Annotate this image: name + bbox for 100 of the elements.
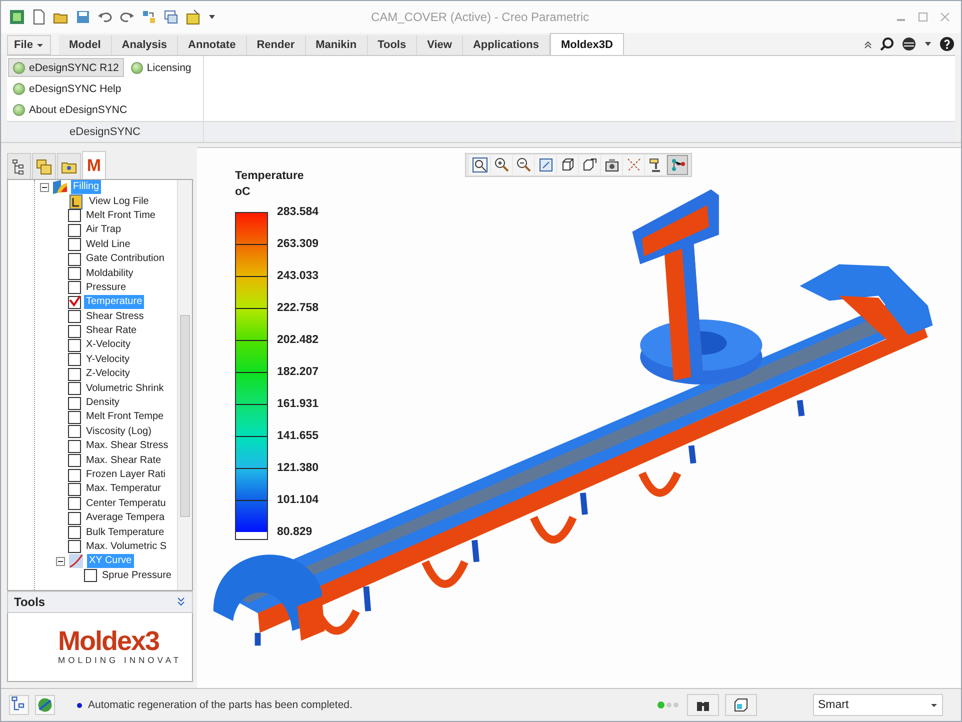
datum-button[interactable] xyxy=(623,155,644,175)
checkbox[interactable] xyxy=(68,396,81,410)
checkbox[interactable] xyxy=(68,526,81,540)
status-message: Automatic regeneration of the parts has been completed. xyxy=(88,699,354,711)
tree-item[interactable]: Y-Velocity xyxy=(84,352,132,367)
checkbox[interactable] xyxy=(68,425,81,438)
collapse-toggle[interactable] xyxy=(40,182,49,192)
layers-tab[interactable] xyxy=(32,153,56,179)
checkbox[interactable] xyxy=(68,209,81,222)
tree-item[interactable]: Max. Temperatur xyxy=(84,482,163,496)
checkbox[interactable] xyxy=(68,267,81,280)
tree-item[interactable]: Max. Shear Rate xyxy=(84,454,164,468)
checkbox[interactable] xyxy=(68,454,81,468)
collapse-toggle[interactable] xyxy=(56,556,65,566)
tree-item[interactable]: Volumetric Shrink xyxy=(84,382,166,396)
ribbon-tab[interactable]: Render xyxy=(246,35,306,55)
nodes-button[interactable] xyxy=(667,155,688,175)
box-view-button[interactable] xyxy=(725,694,757,716)
ribbon-tab[interactable]: View xyxy=(417,35,463,55)
globe-icon[interactable] xyxy=(35,695,55,715)
saved-views-button[interactable] xyxy=(579,155,600,175)
expand-chevron-icon[interactable] xyxy=(176,597,186,607)
tree-item[interactable]: Average Tempera xyxy=(84,511,167,526)
repaint-button[interactable] xyxy=(535,155,556,175)
ribbon-tab[interactable]: Model xyxy=(59,35,112,55)
moldex-tab[interactable]: M xyxy=(82,151,106,179)
ribbon-button[interactable]: Licensing xyxy=(126,58,196,77)
scrollbar[interactable] xyxy=(177,180,192,590)
tree-item[interactable]: Max. Shear Stress xyxy=(84,439,170,454)
globe-icon[interactable] xyxy=(901,36,917,52)
filter-dropdown[interactable]: Smart xyxy=(813,694,943,716)
tree-item[interactable]: X-Velocity xyxy=(84,338,132,352)
new-file-icon[interactable] xyxy=(31,9,47,25)
cube-button[interactable] xyxy=(557,155,578,175)
ribbon-tab[interactable]: Annotate xyxy=(178,35,247,55)
tree-item[interactable]: Melt Front Tempe xyxy=(84,410,166,424)
checkbox[interactable] xyxy=(68,281,81,294)
ribbon-tab[interactable]: Tools xyxy=(368,35,418,55)
tree-item[interactable]: Frozen Layer Rati xyxy=(84,468,168,482)
checkbox[interactable] xyxy=(68,497,81,510)
ribbon-tab[interactable]: Moldex3D xyxy=(550,33,624,55)
checkbox[interactable] xyxy=(68,324,81,338)
checkbox[interactable] xyxy=(68,224,81,237)
legend-value: 161.931 xyxy=(277,398,319,412)
tree-item[interactable]: Viscosity (Log) xyxy=(84,424,154,439)
save-icon[interactable] xyxy=(75,9,91,25)
ribbon-button[interactable]: eDesignSYNC R12 xyxy=(8,58,124,77)
ribbon-tab[interactable]: Applications xyxy=(462,35,550,55)
folder-tab[interactable] xyxy=(57,153,81,179)
panel-title: Tools xyxy=(14,595,46,609)
tree-item[interactable]: Center Temperatu xyxy=(84,496,168,511)
checkbox[interactable] xyxy=(68,410,81,424)
checkbox[interactable] xyxy=(68,310,81,324)
tree-item[interactable]: Sprue Pressure xyxy=(100,568,174,583)
tree-item[interactable]: Z-Velocity xyxy=(84,367,132,382)
tree-item[interactable]: Shear Stress xyxy=(84,310,146,324)
checkbox[interactable] xyxy=(68,512,81,525)
app-icon[interactable] xyxy=(9,9,25,25)
windows-icon[interactable] xyxy=(163,9,179,25)
help-icon[interactable] xyxy=(939,36,955,52)
zoom-fit-button[interactable] xyxy=(469,155,490,175)
checkbox[interactable] xyxy=(68,382,81,396)
ribbon-button[interactable]: About eDesignSYNC xyxy=(8,100,202,119)
window-title: CAM_COVER (Active) - Creo Parametric xyxy=(370,10,590,24)
ribbon-button[interactable]: eDesignSYNC Help xyxy=(8,79,202,98)
tree-tab[interactable] xyxy=(7,153,31,179)
checkbox[interactable] xyxy=(68,540,81,554)
tree-item[interactable]: Shear Rate xyxy=(84,324,139,338)
tree-item[interactable]: Bulk Temperature xyxy=(84,526,166,540)
tree-item[interactable]: Moldability xyxy=(84,266,136,281)
collapse-ribbon-icon[interactable] xyxy=(863,39,873,49)
checkbox[interactable] xyxy=(68,338,81,352)
camera-button[interactable] xyxy=(601,155,622,175)
ribbon-tab[interactable]: Analysis xyxy=(112,35,178,55)
ribbon-tab[interactable]: Manikin xyxy=(306,35,368,55)
tree-item[interactable]: Weld Line xyxy=(84,238,132,252)
tree-item[interactable]: Gate Contribution xyxy=(84,252,166,266)
spin-button[interactable] xyxy=(645,155,666,175)
checkbox[interactable] xyxy=(68,252,81,266)
tree-item[interactable]: View Log File xyxy=(87,194,151,209)
checkbox[interactable] xyxy=(68,482,81,496)
search-icon[interactable] xyxy=(879,36,895,52)
checkbox[interactable] xyxy=(68,468,81,482)
legend-unit: oC xyxy=(235,185,252,200)
checkbox[interactable] xyxy=(68,368,81,381)
file-menu[interactable]: File xyxy=(7,35,52,55)
checkbox[interactable] xyxy=(68,353,81,366)
zoom-out-button[interactable] xyxy=(513,155,534,175)
tree-item[interactable]: Pressure xyxy=(84,280,128,295)
zoom-in-button[interactable] xyxy=(491,155,512,175)
tree-item[interactable]: Melt Front Time xyxy=(84,208,158,223)
model-tree-toggle-icon[interactable] xyxy=(9,695,29,715)
checkbox[interactable] xyxy=(84,569,97,582)
checkbox[interactable] xyxy=(68,440,81,453)
find-button[interactable] xyxy=(687,694,719,716)
checkbox[interactable] xyxy=(68,296,81,309)
tree-item[interactable]: Density xyxy=(84,396,122,410)
tree-item[interactable]: Air Trap xyxy=(84,223,124,238)
tree-item[interactable]: Max. Volumetric S xyxy=(84,540,169,554)
checkbox[interactable] xyxy=(68,238,81,252)
